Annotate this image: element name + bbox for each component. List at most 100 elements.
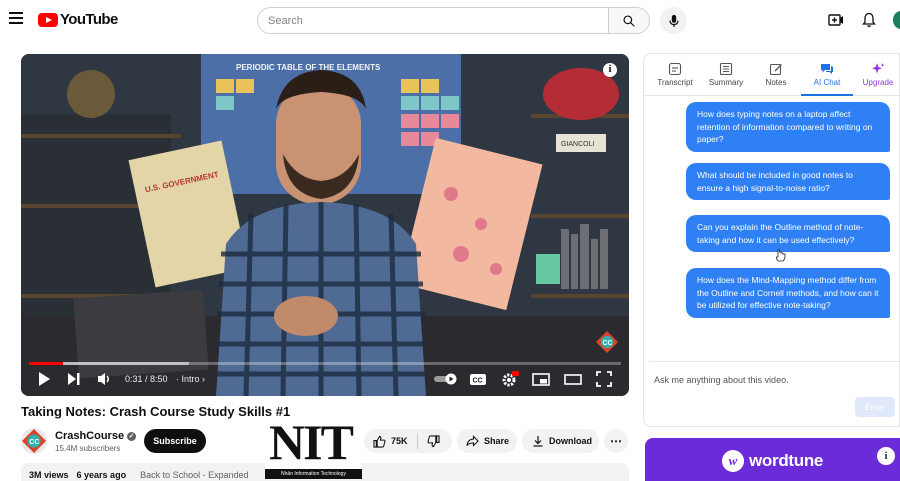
miniplayer-icon[interactable] <box>532 371 550 387</box>
create-button[interactable] <box>828 13 844 32</box>
download-button[interactable]: Download <box>522 429 599 453</box>
svg-text:CC: CC <box>473 378 483 385</box>
chapter-text: · Intro <box>176 374 200 384</box>
search-input[interactable] <box>257 7 608 34</box>
download-label: Download <box>549 436 592 446</box>
wordtune-ad[interactable]: w wordtune i <box>645 438 900 481</box>
mic-icon <box>668 14 679 27</box>
download-icon <box>533 436 543 447</box>
chat-message: Can you explain the Outline method of no… <box>686 215 890 252</box>
thumbs-up-icon <box>373 435 386 448</box>
subscribe-button[interactable]: Subscribe <box>144 429 206 453</box>
chat-message: How does the Mind-Mapping method differ … <box>686 268 890 318</box>
share-icon <box>466 435 479 447</box>
description-chapter: Back to School - Expanded <box>140 470 249 480</box>
chat-composer: Enter <box>650 361 900 423</box>
notifications-button[interactable] <box>862 12 876 33</box>
youtube-play-icon <box>38 12 58 27</box>
nit-caption: Nhân Information Technology <box>265 469 362 479</box>
info-icon[interactable]: i <box>603 63 617 77</box>
chapter-label[interactable]: · Intro › <box>176 374 205 384</box>
video-frame: PERIODIC TABLE OF THE ELEMENTS U.S. GOVE… <box>21 54 629 396</box>
panel-tabs: Transcript Summary Notes AI Chat Upgrade <box>644 54 900 96</box>
bell-icon <box>862 12 876 28</box>
nit-letters: NIT <box>269 414 354 470</box>
ai-assistant-panel: Transcript Summary Notes AI Chat Upgrade… <box>643 53 900 427</box>
fullscreen-icon[interactable] <box>596 371 612 387</box>
subscriber-count: 15.4M subscribers <box>55 444 121 453</box>
play-icon[interactable] <box>37 371 51 387</box>
menu-icon[interactable] <box>9 12 23 26</box>
svg-text:CC: CC <box>29 439 39 446</box>
transcript-icon <box>668 62 682 76</box>
chat-messages: How does typing notes on a laptop affect… <box>644 97 900 347</box>
thumbs-down-icon <box>427 434 440 447</box>
channel-name-text: CrashCourse <box>55 430 125 442</box>
chat-input[interactable] <box>650 362 896 392</box>
video-title: Taking Notes: Crash Course Study Skills … <box>21 404 291 419</box>
wordtune-logo-icon: w <box>722 450 744 472</box>
tab-notes[interactable]: Notes <box>749 60 803 87</box>
more-icon: ⋯ <box>610 434 622 448</box>
dislike-button[interactable] <box>418 429 449 453</box>
player-controls: 0:31 / 8:50 · Intro › CC <box>21 368 629 392</box>
search-icon <box>623 14 635 27</box>
share-button[interactable]: Share <box>457 429 517 453</box>
notes-icon <box>769 63 782 76</box>
enter-button[interactable]: Enter <box>855 397 895 417</box>
more-actions-button[interactable]: ⋯ <box>604 429 628 453</box>
nit-watermark-logo: NIT Nhân Information Technology <box>265 414 362 479</box>
tab-summary[interactable]: Summary <box>699 60 753 87</box>
description-meta: 3M views 6 years ago Back to School - Expa… <box>29 470 249 480</box>
search-button[interactable] <box>608 7 650 34</box>
tab-ai-chat[interactable]: AI Chat <box>800 60 854 87</box>
channel-name[interactable]: CrashCourse ✓ <box>55 430 137 442</box>
account-avatar[interactable] <box>893 11 900 29</box>
periodic-table-text: PERIODIC TABLE OF THE ELEMENTS <box>236 63 381 72</box>
svg-text:CC: CC <box>603 340 613 347</box>
crashcourse-watermark-icon: CC <box>596 331 618 353</box>
played-bar <box>29 362 64 365</box>
share-label: Share <box>484 436 510 446</box>
progress-bar[interactable] <box>29 362 621 365</box>
chevron-right-icon: › <box>202 374 206 384</box>
tab-transcript[interactable]: Transcript <box>648 60 702 87</box>
summary-icon <box>719 62 733 76</box>
like-button[interactable]: 75K <box>364 429 417 453</box>
voice-search-button[interactable] <box>660 7 687 34</box>
top-bar: YouTube <box>0 0 900 42</box>
tab-label: AI Chat <box>813 78 841 87</box>
next-icon[interactable] <box>67 371 81 387</box>
youtube-logo[interactable]: YouTube <box>38 11 118 28</box>
like-count: 75K <box>391 436 408 446</box>
tab-label: Upgrade <box>862 78 894 87</box>
view-count: 3M views <box>29 470 69 480</box>
box-text: GIANCOLI <box>561 141 595 148</box>
tab-label: Summary <box>708 78 744 87</box>
ad-brand-text: wordtune <box>749 451 824 470</box>
tab-label: Transcript <box>657 78 693 87</box>
verified-icon: ✓ <box>127 432 137 441</box>
chat-message: What should be included in good notes to… <box>686 163 890 200</box>
time-display: 0:31 / 8:50 <box>125 374 168 384</box>
sparkle-icon <box>872 63 885 74</box>
channel-avatar[interactable]: CC <box>21 428 47 454</box>
chat-message: How does typing notes on a laptop affect… <box>686 102 890 152</box>
active-tab-indicator <box>801 94 853 96</box>
ad-info-icon[interactable]: i <box>877 447 895 465</box>
mouse-cursor-icon <box>776 249 786 262</box>
search-bar <box>257 7 650 34</box>
subtitles-icon[interactable]: CC <box>469 371 487 387</box>
tab-label: Notes <box>765 78 787 87</box>
like-dislike-group: 75K <box>364 429 452 453</box>
logo-text: YouTube <box>60 11 118 28</box>
theater-mode-icon[interactable] <box>564 371 582 387</box>
tab-upgrade[interactable]: Upgrade <box>851 60 900 87</box>
settings-gear-icon[interactable] <box>501 371 519 387</box>
upload-age: 6 years ago <box>76 470 127 480</box>
chat-icon <box>821 64 833 74</box>
video-player[interactable]: PERIODIC TABLE OF THE ELEMENTS U.S. GOVE… <box>21 54 629 396</box>
volume-icon[interactable] <box>97 371 113 387</box>
autoplay-toggle-icon[interactable] <box>433 373 459 385</box>
create-icon <box>828 14 843 26</box>
